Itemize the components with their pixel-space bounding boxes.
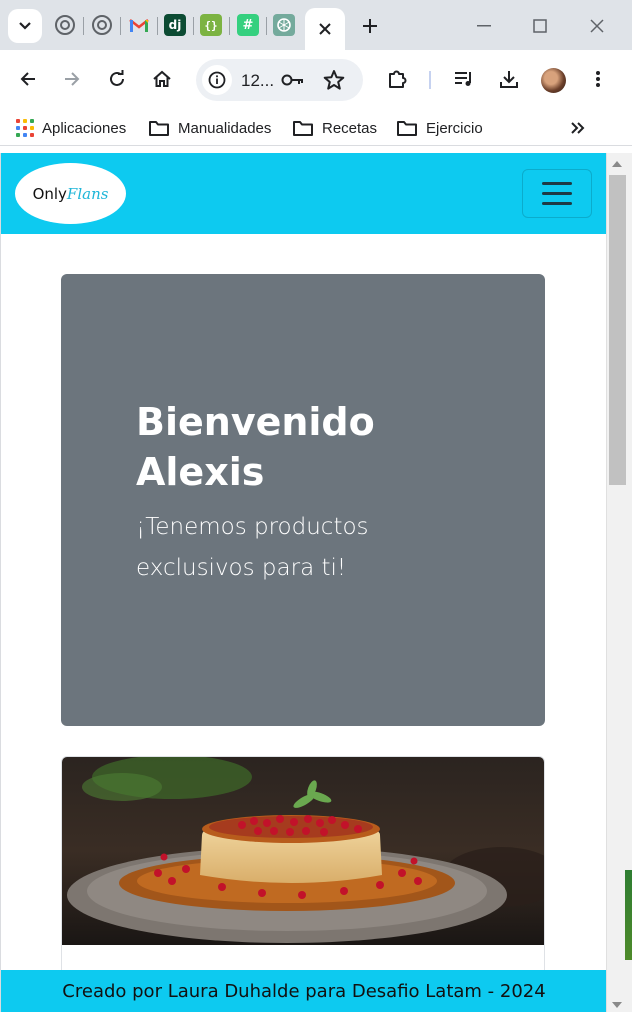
bookmark-label: Aplicaciones: [42, 119, 127, 137]
gmail-icon: [129, 19, 149, 32]
tab-gmail[interactable]: [128, 14, 150, 36]
scroll-up-arrow-icon[interactable]: [612, 161, 622, 167]
hero-subtitle: ¡Tenemos productos exclusivos para ti!: [136, 514, 369, 581]
page-viewport: Only Flans Bienvenido Alexis ¡Tenemos pro…: [0, 153, 606, 1012]
arrow-left-icon: [20, 72, 35, 86]
window-close-button[interactable]: [583, 12, 611, 40]
json-icon: {}: [204, 18, 218, 32]
github-icon: [92, 15, 112, 35]
hash-icon: #: [242, 17, 254, 33]
minimize-button[interactable]: [470, 12, 498, 40]
puzzle-icon: [389, 70, 407, 88]
home-button[interactable]: [147, 64, 177, 94]
tab-search-button[interactable]: [8, 9, 42, 43]
site-logo[interactable]: Only Flans: [15, 163, 126, 224]
browser-menu-button[interactable]: [583, 64, 613, 94]
info-icon: [208, 71, 226, 89]
logo-text-prefix: Only: [32, 184, 67, 203]
chevron-double-right-icon: [571, 122, 585, 134]
folder-icon: [293, 121, 313, 136]
bookmark-label: Recetas: [322, 119, 378, 137]
arrow-right-icon: [65, 72, 80, 86]
hero-jumbotron: Bienvenido Alexis ¡Tenemos productos exc…: [61, 274, 545, 726]
reload-button[interactable]: [102, 64, 132, 94]
apps-grid-icon: [16, 119, 34, 137]
site-info-button[interactable]: [202, 65, 232, 95]
playlist-icon: [455, 72, 471, 86]
toolbar-divider: [429, 71, 431, 89]
tab-json[interactable]: {}: [200, 14, 222, 36]
extensions-button[interactable]: [382, 64, 412, 94]
back-button[interactable]: [13, 64, 43, 94]
django-icon: dj: [168, 18, 182, 32]
home-icon: [153, 70, 171, 87]
hamburger-icon-bar: [542, 182, 572, 185]
close-icon: [590, 19, 604, 33]
flan-with-pomegranate-image: [62, 757, 544, 945]
minimize-icon: [477, 25, 491, 27]
bookmark-label: Ejercicio: [426, 119, 483, 137]
navbar-toggler-button[interactable]: [522, 169, 592, 218]
footer-text: Creado por Laura Duhalde para Desafio La…: [62, 980, 546, 1002]
bookmark-label: Manualidades: [178, 119, 272, 137]
download-icon: [500, 71, 518, 88]
reload-icon: [110, 70, 124, 86]
new-tab-button[interactable]: [356, 12, 384, 40]
url-text[interactable]: 12...: [241, 71, 274, 91]
bookmark-manualidades[interactable]: Manualidades: [148, 117, 271, 139]
star-icon[interactable]: [322, 68, 346, 92]
profile-avatar[interactable]: [541, 68, 566, 93]
downloads-button[interactable]: [494, 64, 524, 94]
bookmark-recetas[interactable]: Recetas: [292, 117, 377, 139]
address-bar[interactable]: 12...: [196, 59, 363, 101]
scroll-down-arrow-icon[interactable]: [612, 1002, 622, 1008]
chevron-down-icon: [19, 22, 31, 30]
maximize-button[interactable]: [526, 12, 554, 40]
browser-toolbar: 12...: [0, 50, 632, 108]
tab-hash[interactable]: #: [237, 14, 259, 36]
bookmark-aplicaciones[interactable]: Aplicaciones: [16, 117, 126, 139]
background-window-edge: [625, 870, 632, 960]
tab-strip: dj {} #: [0, 0, 632, 50]
chatgpt-icon: [277, 18, 291, 32]
media-controls-button[interactable]: [449, 64, 479, 94]
tab-django[interactable]: dj: [164, 14, 186, 36]
site-navbar: Only Flans: [1, 153, 606, 234]
scrollbar-thumb[interactable]: [609, 175, 626, 485]
forward-button[interactable]: [57, 64, 87, 94]
active-tab[interactable]: [305, 8, 345, 50]
site-footer: Creado por Laura Duhalde para Desafio La…: [1, 970, 606, 1012]
kebab-menu-icon: [596, 71, 600, 87]
hamburger-icon-bar: [542, 202, 572, 205]
plus-icon: [363, 19, 377, 33]
tab-github-1[interactable]: [54, 14, 76, 36]
bookmarks-overflow-button[interactable]: [570, 117, 586, 139]
hamburger-icon-bar: [542, 192, 572, 195]
folder-icon: [149, 121, 169, 136]
github-icon: [55, 15, 75, 35]
logo-text-suffix: Flans: [66, 184, 109, 203]
bookmark-ejercicio[interactable]: Ejercicio: [396, 117, 483, 139]
tab-chatgpt[interactable]: [273, 14, 295, 36]
tab-github-2[interactable]: [91, 14, 113, 36]
folder-icon: [397, 121, 417, 136]
key-icon[interactable]: [281, 71, 305, 89]
hero-title: Bienvenido Alexis: [136, 400, 375, 494]
bookmarks-bar: Aplicaciones Manualidades Recetas Ejerci…: [0, 108, 632, 146]
close-icon[interactable]: [318, 22, 332, 36]
maximize-icon: [533, 19, 547, 33]
